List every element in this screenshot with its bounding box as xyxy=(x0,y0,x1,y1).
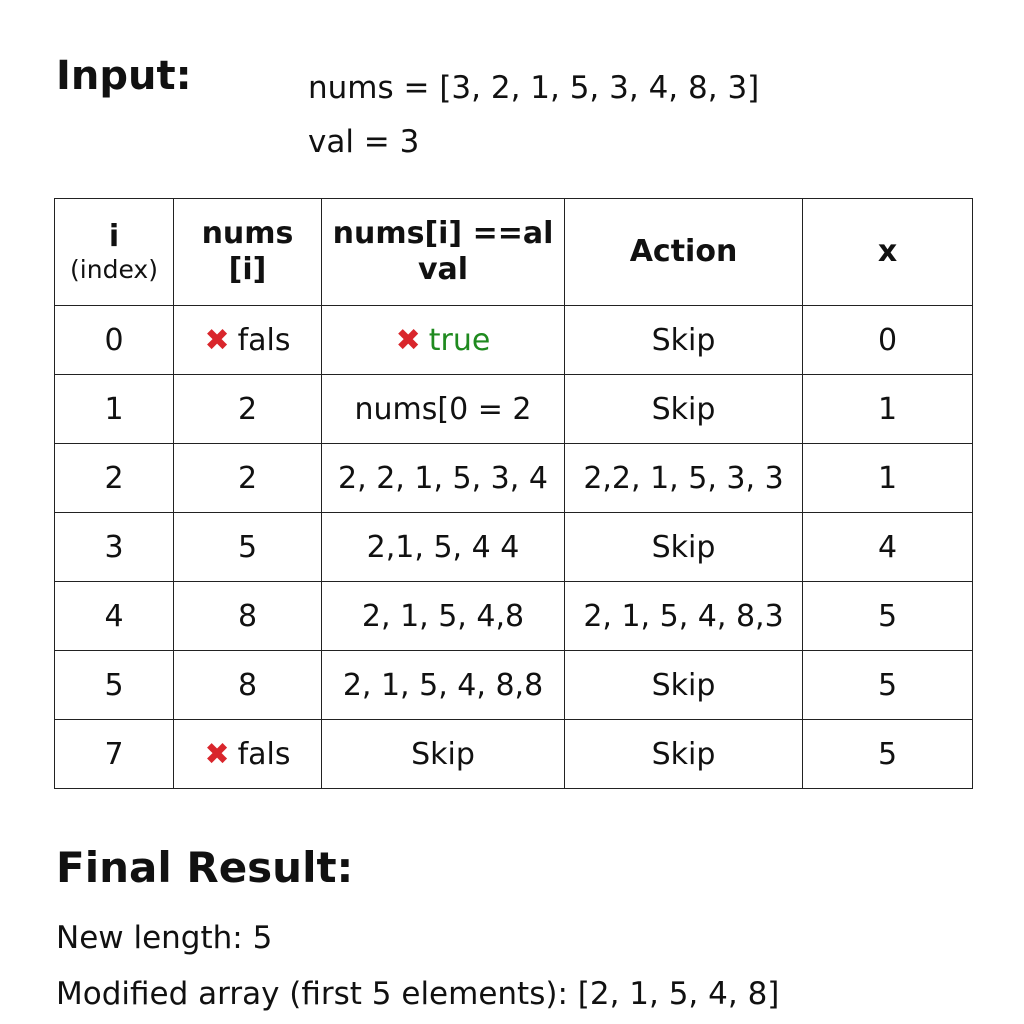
cell-compare: nums[0 = 2 xyxy=(321,374,565,444)
new-length-line: New length: 5 xyxy=(56,920,273,956)
cell-x: 5 xyxy=(802,650,973,720)
header-compare: nums[i] ==al val xyxy=(321,198,565,306)
table-row: 1 2 nums[0 = 2 Skip 1 xyxy=(54,374,973,444)
table-row: 2 2 2, 2, 1, 5, 3, 4 2,2, 1, 5, 3, 3 1 xyxy=(54,443,973,513)
cell-index: 3 xyxy=(54,512,174,582)
cell-index: 1 xyxy=(54,374,174,444)
header-index-sub: (index) xyxy=(70,255,158,284)
header-compare-line1: nums[i] ==al xyxy=(332,216,554,251)
cell-action: Skip xyxy=(564,512,803,582)
cell-index: 4 xyxy=(54,581,174,651)
header-index-main: i xyxy=(108,219,120,254)
final-result-heading: Final Result: xyxy=(56,843,354,892)
table-header-row: i (index) nums [i] nums[i] ==al val Acti… xyxy=(54,198,973,306)
cell-nums: 2 xyxy=(173,374,322,444)
cell-x: 5 xyxy=(802,581,973,651)
header-index: i (index) xyxy=(54,198,174,306)
cell-action: 2, 1, 5, 4, 8,3 xyxy=(564,581,803,651)
header-action: Action xyxy=(564,198,803,306)
header-x: x xyxy=(802,198,973,306)
cell-compare: 2,1, 5, 4 4 xyxy=(321,512,565,582)
header-nums-line2: [i] xyxy=(228,252,267,287)
cell-compare-text: true xyxy=(428,322,491,358)
cell-index: 2 xyxy=(54,443,174,513)
trace-table: i (index) nums [i] nums[i] ==al val Acti… xyxy=(54,198,973,789)
cell-nums: 8 xyxy=(173,581,322,651)
table-row: 5 8 2, 1, 5, 4, 8,8 Skip 5 xyxy=(54,650,973,720)
table-row: 0 ✖ fals ✖ true Skip 0 xyxy=(54,305,973,375)
cell-x: 1 xyxy=(802,443,973,513)
cell-compare: ✖ true xyxy=(321,305,565,375)
input-val-line: val = 3 xyxy=(308,124,420,160)
cell-index: 0 xyxy=(54,305,174,375)
table-row: 4 8 2, 1, 5, 4,8 2, 1, 5, 4, 8,3 5 xyxy=(54,581,973,651)
cell-compare: 2, 2, 1, 5, 3, 4 xyxy=(321,443,565,513)
input-heading: Input: xyxy=(56,53,192,99)
cell-x: 5 xyxy=(802,719,973,789)
cell-action: 2,2, 1, 5, 3, 3 xyxy=(564,443,803,513)
cell-x: 0 xyxy=(802,305,973,375)
cell-x: 4 xyxy=(802,512,973,582)
cell-x: 1 xyxy=(802,374,973,444)
cell-compare: 2, 1, 5, 4,8 xyxy=(321,581,565,651)
table-row: 3 5 2,1, 5, 4 4 Skip 4 xyxy=(54,512,973,582)
cell-nums: 5 xyxy=(173,512,322,582)
cell-compare: Skip xyxy=(321,719,565,789)
cell-index: 7 xyxy=(54,719,174,789)
header-nums: nums [i] xyxy=(173,198,322,306)
cell-action: Skip xyxy=(564,305,803,375)
table-row: 7 ✖ fals Skip Skip 5 xyxy=(54,719,973,789)
cell-nums: 2 xyxy=(173,443,322,513)
x-mark-icon: ✖ xyxy=(204,322,230,358)
cell-nums: 8 xyxy=(173,650,322,720)
cell-action: Skip xyxy=(564,374,803,444)
x-mark-icon: ✖ xyxy=(204,736,230,772)
header-nums-line1: nums xyxy=(201,216,294,251)
cell-compare: 2, 1, 5, 4, 8,8 xyxy=(321,650,565,720)
header-compare-line2: val xyxy=(417,252,469,287)
x-mark-icon: ✖ xyxy=(395,322,421,358)
cell-action: Skip xyxy=(564,650,803,720)
modified-array-line: Modified array (first 5 elements): [2, 1… xyxy=(56,976,780,1012)
input-nums-line: nums = [3, 2, 1, 5, 3, 4, 8, 3] xyxy=(308,70,760,106)
cell-index: 5 xyxy=(54,650,174,720)
cell-action: Skip xyxy=(564,719,803,789)
cell-nums: ✖ fals xyxy=(173,305,322,375)
cell-nums: ✖ fals xyxy=(173,719,322,789)
cell-nums-text: fals xyxy=(237,736,291,772)
cell-nums-text: fals xyxy=(237,322,291,358)
